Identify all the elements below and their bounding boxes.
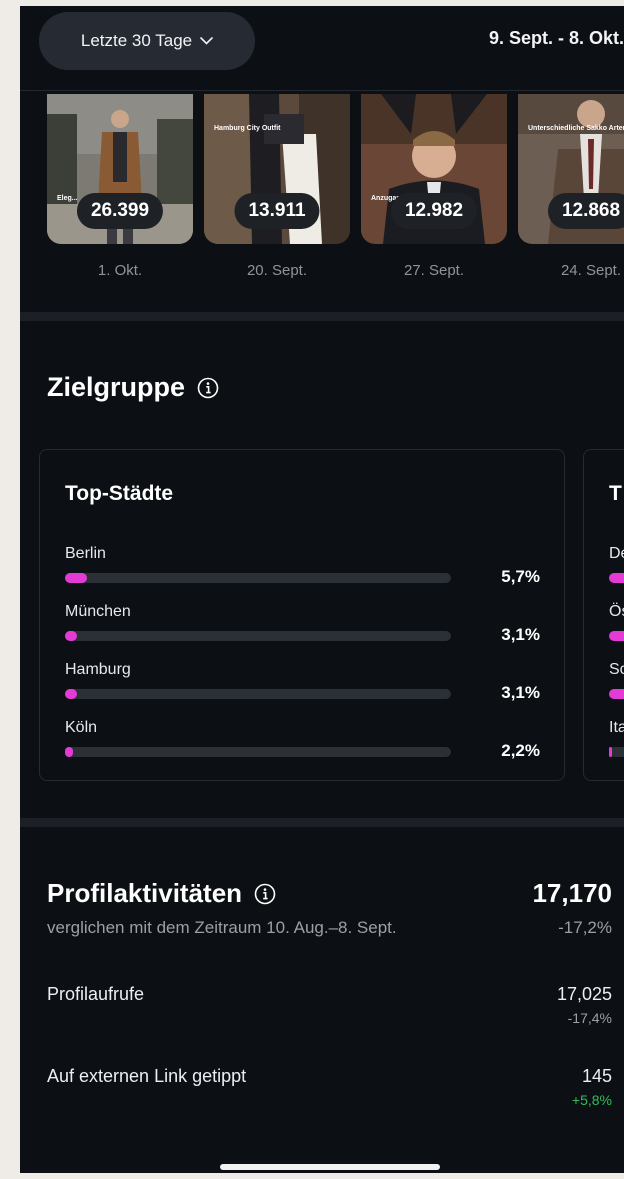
profile-activity-total: 17,170	[532, 878, 612, 908]
metric-delta-link-taps: +5,8%	[571, 1092, 612, 1108]
top-countries-card: T De Ös Sc Ita	[583, 449, 624, 781]
metric-label-link-taps: Auf externen Link getippt	[47, 1066, 247, 1086]
country-label: Sc	[609, 661, 624, 678]
reel-thumbnail[interactable]: Anzuganalyse Neal Caffrey 12.982	[361, 94, 507, 244]
card-title: T	[609, 482, 622, 505]
country-bar	[609, 573, 624, 583]
city-bar	[65, 631, 451, 641]
section-divider	[20, 818, 624, 827]
card-title: Top-Städte	[65, 482, 174, 505]
metric-value-link-taps: 145	[581, 1066, 612, 1086]
date-range-text: 9. Sept. - 8. Okt.	[488, 28, 624, 48]
city-bar-fill	[65, 689, 77, 699]
city-percent: 5,7%	[501, 567, 540, 586]
metric-label-profile-views: Profilaufrufe	[47, 984, 145, 1004]
reel-caption: Unterschiedliche Sakko Arten erklärt	[528, 125, 624, 132]
country-label: Ös	[609, 603, 624, 620]
city-percent: 3,1%	[501, 683, 540, 702]
audience-title: Zielgruppe	[47, 372, 219, 403]
reel-views: 13.911	[234, 193, 320, 229]
chevron-down-icon	[200, 37, 213, 45]
metric-delta-profile-views: -17,4%	[567, 1010, 612, 1026]
date-range-dropdown[interactable]: Letzte 30 Tage	[39, 12, 255, 70]
city-percent: 3,1%	[501, 625, 540, 644]
profile-activity-title: Profilaktivitäten	[47, 878, 276, 909]
reel-date: 24. Sept.	[560, 262, 622, 279]
home-indicator[interactable]	[220, 1164, 440, 1170]
reel-date: 20. Sept.	[246, 262, 308, 279]
info-icon[interactable]	[197, 377, 219, 399]
info-icon[interactable]	[254, 883, 276, 905]
profile-activity-title-text: Profilaktivitäten	[47, 878, 243, 908]
total-change: -17,2%	[558, 918, 612, 937]
city-bar-fill	[65, 631, 77, 641]
city-bar	[65, 747, 451, 757]
audience-title-text: Zielgruppe	[47, 372, 186, 402]
country-bar	[609, 689, 624, 699]
city-bar-fill	[65, 747, 74, 757]
header-divider	[20, 90, 624, 91]
country-bar	[609, 747, 624, 757]
city-label: Berlin	[65, 545, 106, 562]
insights-screen: Letzte 30 Tage 9. Sept. - 8. Okt. Eleg..…	[20, 6, 624, 1173]
range-label: Letzte 30 Tage	[80, 31, 193, 50]
reel-date: 1. Okt.	[97, 262, 143, 279]
comparison-text: verglichen mit dem Zeitraum 10. Aug.–8. …	[47, 918, 397, 937]
reel-views: 12.982	[390, 193, 478, 229]
top-cities-card: Top-Städte Berlin 5,7% München 3,1% Hamb…	[39, 449, 565, 781]
city-label: München	[65, 603, 131, 620]
city-bar-fill	[65, 573, 87, 583]
reel-thumbnail[interactable]: Eleg... 26.399	[47, 94, 193, 244]
city-label: Köln	[65, 719, 98, 736]
reel-date: 27. Sept.	[403, 262, 465, 279]
country-label: De	[609, 545, 624, 562]
reel-views: 12.868	[547, 193, 624, 229]
reel-views: 26.399	[76, 193, 164, 229]
country-bar-fill	[609, 747, 612, 757]
city-percent: 2,2%	[501, 741, 540, 760]
city-bar	[65, 689, 451, 699]
section-divider	[20, 312, 624, 321]
reel-caption: Hamburg City Outfit	[214, 125, 281, 132]
city-label: Hamburg	[65, 661, 131, 678]
city-bar	[65, 573, 451, 583]
metric-value-profile-views: 17,025	[556, 984, 612, 1004]
reel-thumbnail[interactable]: Hamburg City Outfit 13.911	[204, 94, 350, 244]
country-label: Ita	[609, 719, 624, 736]
reel-thumbnail[interactable]: Unterschiedliche Sakko Arten erklärt 12.…	[518, 94, 624, 244]
country-bar	[609, 631, 624, 641]
